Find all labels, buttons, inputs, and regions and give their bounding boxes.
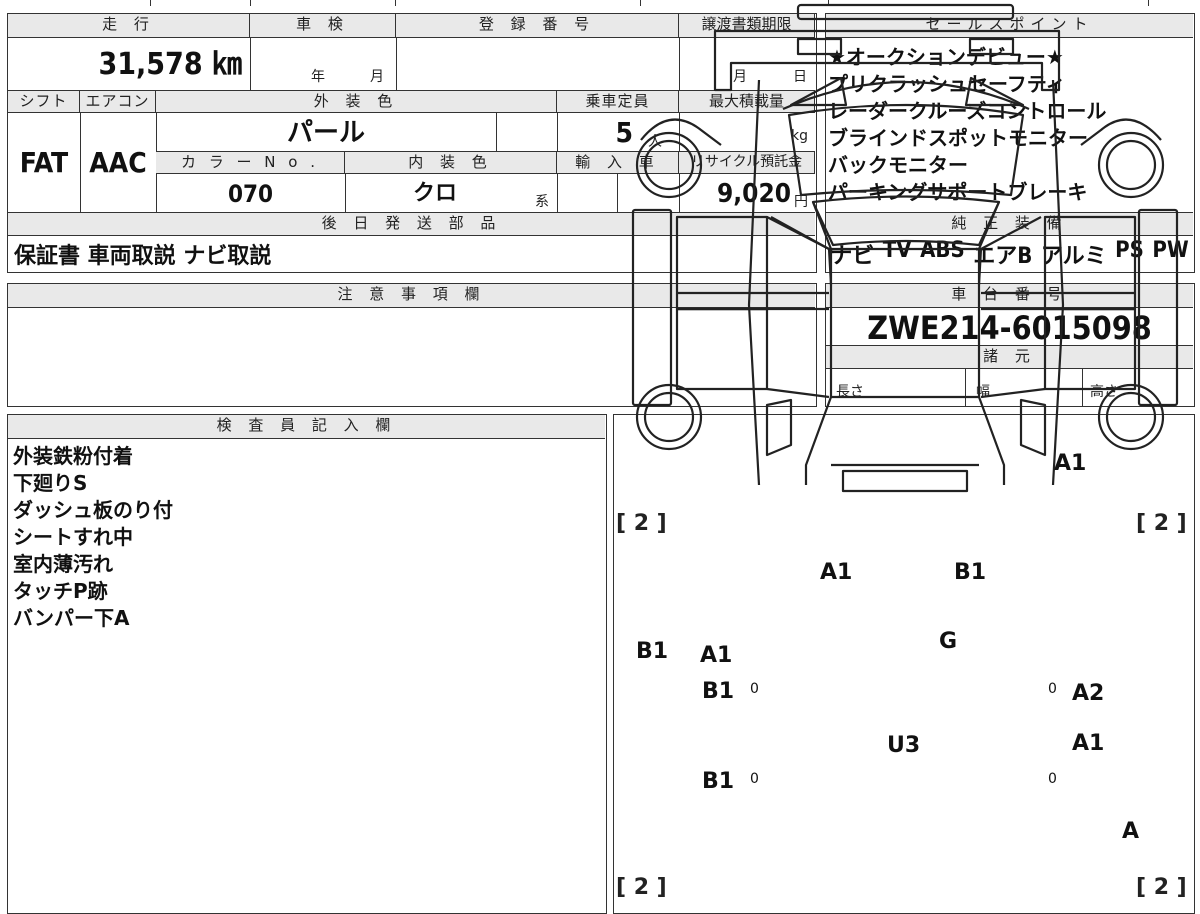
interior-suffix: 系 bbox=[535, 194, 549, 210]
tread-front-right: [ 2 ] bbox=[1136, 511, 1187, 536]
zero-marker: 0 bbox=[1048, 681, 1057, 697]
mark-rear-right-door: A1 bbox=[1072, 731, 1105, 756]
tread-rear-right: [ 2 ] bbox=[1136, 875, 1187, 900]
inspector-comment: シートすれ中 bbox=[13, 525, 133, 549]
mark-front-right-door: A2 bbox=[1072, 681, 1105, 706]
inspector-comment: 外装鉄粉付着 bbox=[13, 444, 133, 468]
exterior-color-label: 外 装 色 bbox=[156, 91, 557, 113]
zero-marker: 0 bbox=[1048, 771, 1057, 787]
interior-color-value: クロ bbox=[412, 181, 457, 206]
aircon-label: エアコン bbox=[80, 91, 156, 113]
later-parts-value: 保証書 車両取説 ナビ取説 bbox=[14, 244, 272, 269]
aircon-value: AAC bbox=[89, 146, 147, 179]
inspector-label: 検 査 員 記 入 欄 bbox=[8, 415, 605, 439]
inspector-box: 検 査 員 記 入 欄 外装鉄粉付着 下廻りS ダッシュ板のり付 シートすれ中 … bbox=[7, 414, 607, 914]
color-no-label: カ ラ ー N o . bbox=[156, 152, 345, 174]
mileage-value: 31,578 ㎞ bbox=[98, 47, 242, 82]
mark-front-bumper: A1 bbox=[1054, 451, 1087, 476]
inspector-comment: ダッシュ板のり付 bbox=[13, 498, 173, 522]
tread-rear-left: [ 2 ] bbox=[616, 875, 667, 900]
mark-hood-left: A1 bbox=[820, 560, 853, 585]
inspection-year-unit: 年 bbox=[311, 69, 325, 85]
mark-front-left-door-1: A1 bbox=[700, 643, 733, 668]
tread-front-left: [ 2 ] bbox=[616, 511, 667, 536]
mileage-label: 走 行 bbox=[8, 14, 250, 38]
inspector-comment: 下廻りS bbox=[13, 471, 88, 495]
interior-color-label: 内 装 色 bbox=[345, 152, 557, 174]
color-no-value: 070 bbox=[227, 180, 274, 208]
mark-windshield: G bbox=[939, 629, 958, 654]
inspector-comment: タッチP跡 bbox=[13, 579, 108, 603]
car-diagram bbox=[631, 3, 1179, 493]
exterior-color-value: パール bbox=[286, 118, 365, 148]
zero-marker: 0 bbox=[750, 771, 759, 787]
car-diagram-box: [ 2 ] [ 2 ] [ 2 ] [ 2 ] A1 A1 B1 G B1 A1… bbox=[613, 3, 1195, 914]
mark-left-fender: B1 bbox=[636, 639, 669, 664]
shift-label: シフト bbox=[8, 91, 80, 113]
mark-roof: U3 bbox=[887, 733, 921, 758]
mark-front-left-door-2: B1 bbox=[702, 679, 735, 704]
inspector-comment: バンパー下A bbox=[13, 606, 130, 630]
mark-rear-right-wheel: A bbox=[1122, 819, 1140, 844]
mark-hood-right: B1 bbox=[954, 560, 987, 585]
mark-rear-left-door: B1 bbox=[702, 769, 735, 794]
shift-value: FAT bbox=[19, 146, 69, 179]
inspection-month-unit: 月 bbox=[370, 69, 384, 85]
inspector-comments: 外装鉄粉付着 下廻りS ダッシュ板のり付 シートすれ中 室内薄汚れ タッチP跡 … bbox=[13, 443, 173, 632]
inspector-comment: 室内薄汚れ bbox=[13, 552, 113, 576]
inspection-label: 車 検 bbox=[250, 14, 396, 38]
zero-marker: 0 bbox=[750, 681, 759, 697]
